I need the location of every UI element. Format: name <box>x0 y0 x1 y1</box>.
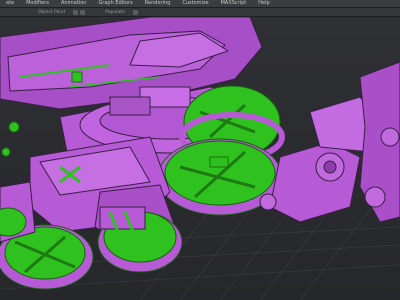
viewport-scene <box>0 17 400 300</box>
perspective-viewport[interactable] <box>0 17 400 300</box>
menu-create[interactable]: ate <box>0 0 20 7</box>
menu-animation[interactable]: Animation <box>55 0 93 7</box>
object-paint-tab[interactable]: Object Paint <box>30 10 73 15</box>
menu-bar: ate Modifiers Animation Graph Editors Re… <box>0 0 400 8</box>
menu-help[interactable]: Help <box>252 0 275 7</box>
object-paint-icon-2[interactable] <box>80 9 86 15</box>
menu-graph-editors[interactable]: Graph Editors <box>92 0 138 7</box>
ribbon-toolbar: Object Paint Populate <box>0 8 400 17</box>
object-paint-icon[interactable] <box>73 9 79 15</box>
menu-rendering[interactable]: Rendering <box>139 0 177 7</box>
left-edge-piece <box>0 121 36 243</box>
menu-customize[interactable]: Customize <box>176 0 214 7</box>
populate-icon[interactable] <box>132 9 138 15</box>
menu-modifiers[interactable]: Modifiers <box>20 0 55 7</box>
populate-tab[interactable]: Populate <box>87 10 133 15</box>
menu-maxscript[interactable]: MAXScript <box>215 0 253 7</box>
